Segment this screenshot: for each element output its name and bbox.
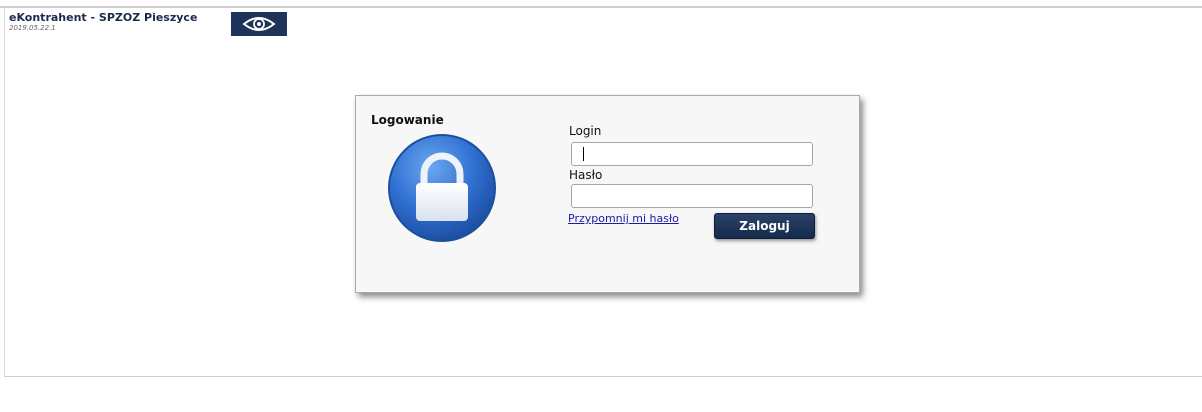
text-caret [583,147,584,161]
eye-icon [231,12,287,36]
login-panel: Logowanie Login Hasło Przypomnij mi hasł… [355,95,860,293]
password-input[interactable] [571,184,813,208]
top-divider [0,6,1202,8]
login-input[interactable] [571,142,813,166]
app-title: eKontrahent - SPZOZ Pieszyce [9,11,198,24]
login-button[interactable]: Zaloguj [714,213,815,239]
remind-password-link[interactable]: Przypomnij mi hasło [568,212,679,225]
frame-left-border [4,8,5,376]
login-label: Login [569,124,602,138]
bottom-divider [4,376,1202,377]
login-panel-title: Logowanie [371,113,444,127]
password-label: Hasło [569,168,603,182]
app-version: 2019.05.22.1 [9,24,56,32]
lock-icon [386,132,498,244]
